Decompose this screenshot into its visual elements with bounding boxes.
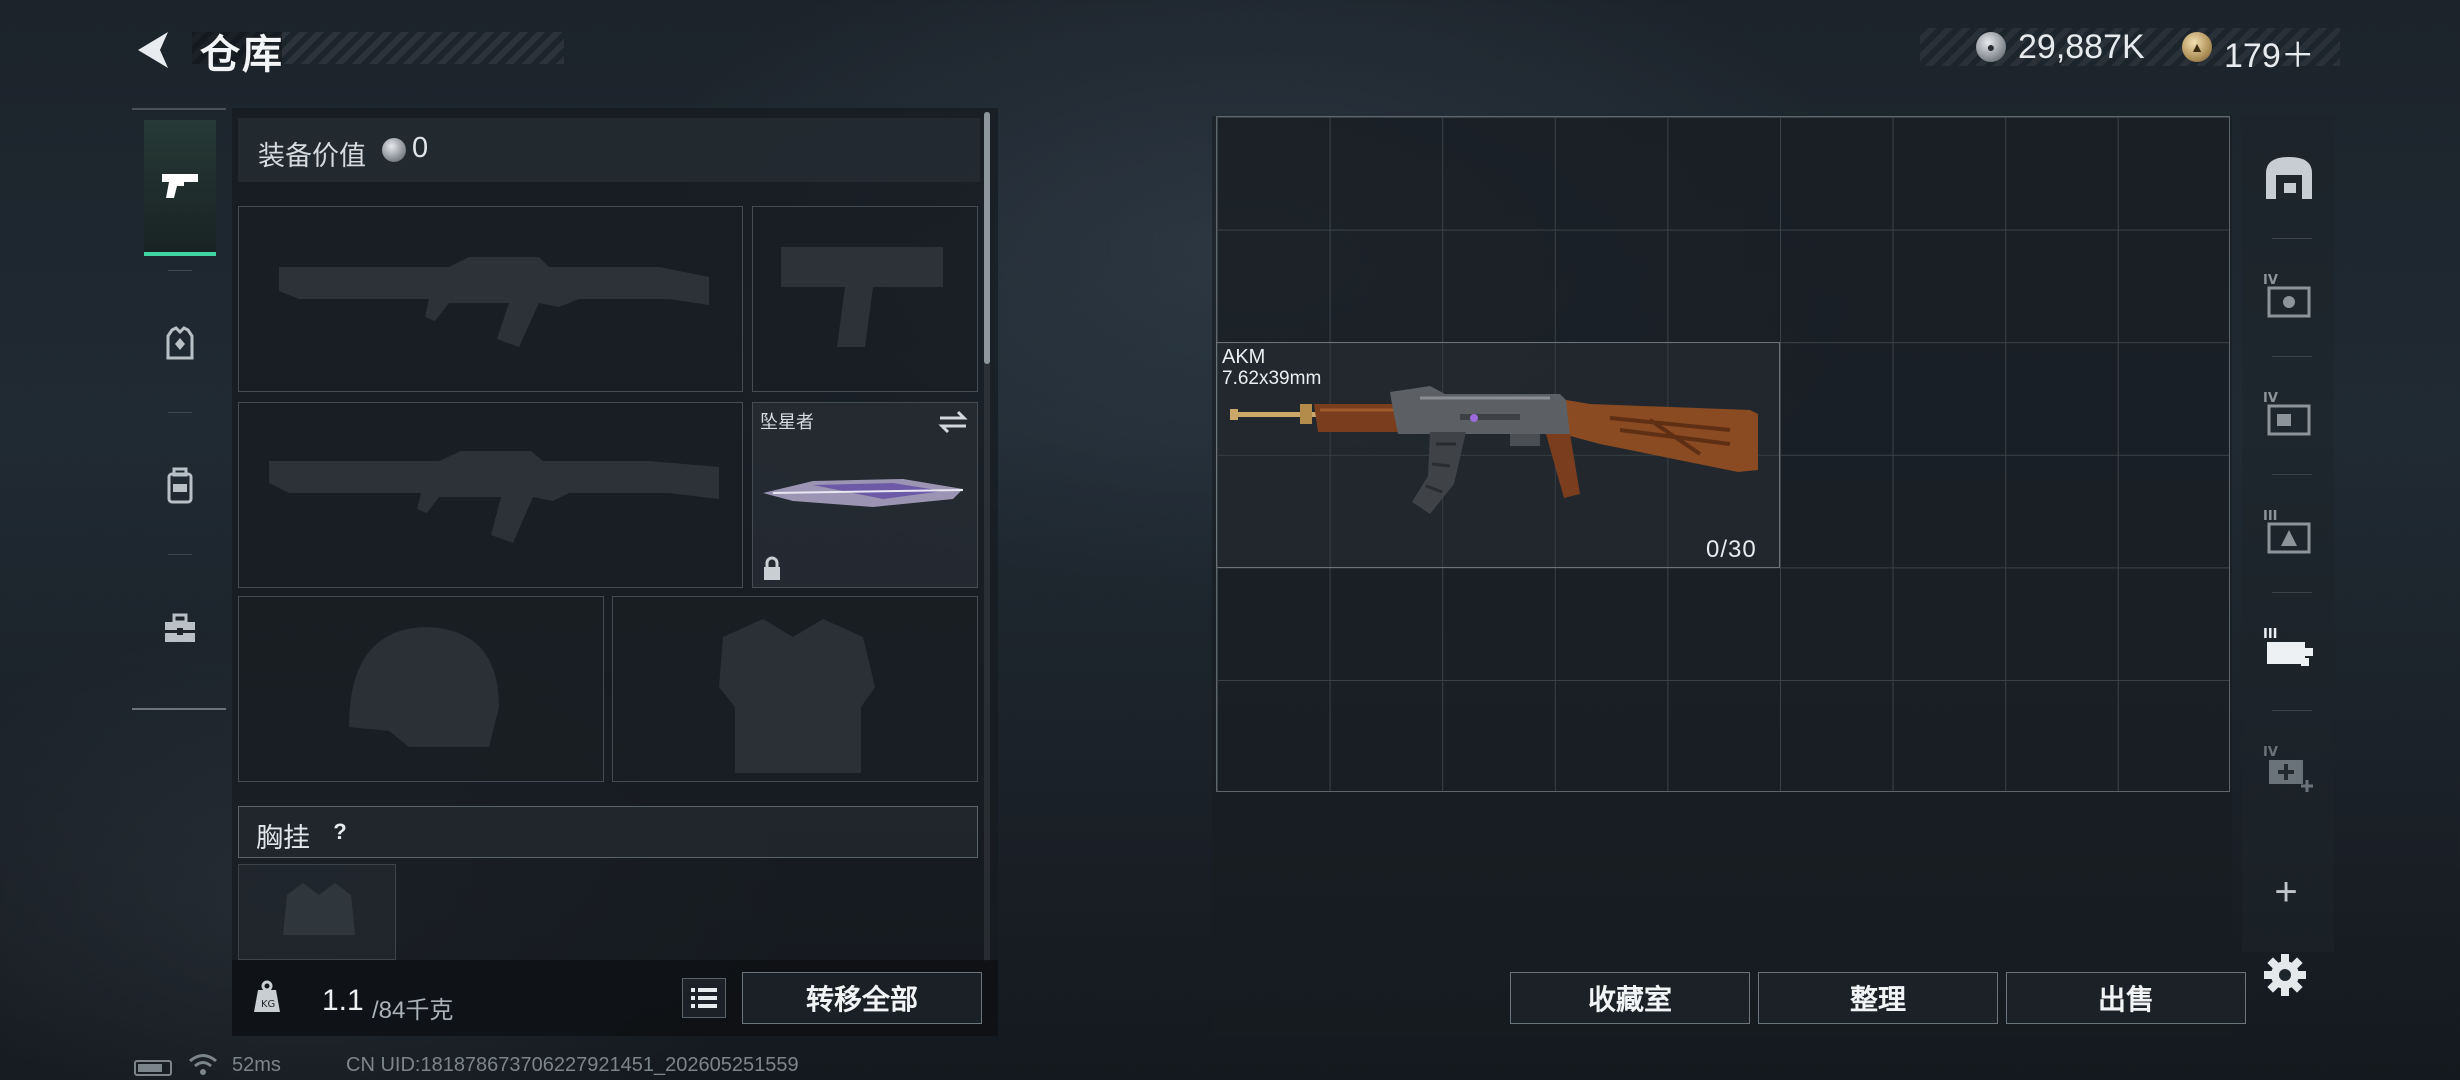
gold-coin-icon: ▲ — [2182, 32, 2212, 62]
add-storage-button[interactable]: + — [2266, 870, 2306, 914]
primary-weapon-slot-2[interactable] — [238, 402, 743, 588]
currency1-value: 29,887K — [2018, 28, 2145, 66]
tab-storage-iv-b[interactable]: IV — [2250, 364, 2328, 464]
armor-vest-icon — [166, 326, 194, 360]
list-icon — [691, 988, 717, 1008]
storage-box-icon: IV — [2263, 391, 2311, 436]
helmet-silhouette-icon — [349, 627, 499, 747]
ping-value: 52ms — [232, 1054, 281, 1076]
item-ammo-count: 0/30 — [1706, 536, 1757, 563]
rifle-silhouette-icon — [269, 451, 719, 543]
equipment-value-label: 装备价值 — [258, 141, 366, 171]
helmet-slot[interactable] — [238, 596, 604, 782]
silver-coin-icon — [382, 138, 406, 162]
user-uid: CN UID:181878673706227921451_20260525155… — [346, 1054, 799, 1076]
akm-rifle-icon — [1230, 386, 1758, 514]
storage-box-icon: IV — [2263, 273, 2311, 318]
toolbox-icon — [165, 613, 195, 642]
loadout-tabs — [132, 108, 226, 710]
gear-icon[interactable] — [2262, 952, 2308, 998]
body-armor-slot[interactable] — [612, 596, 978, 782]
sort-button[interactable]: 整理 — [1758, 972, 1998, 1024]
pistol-slot[interactable] — [752, 206, 978, 392]
weapon-case-icon: III — [2263, 627, 2313, 666]
tab-storage-medical[interactable]: IV — [2250, 718, 2328, 818]
tab-storage-main[interactable] — [2250, 128, 2328, 228]
melee-name: 坠星者 — [760, 412, 814, 432]
warehouse-icon — [2266, 157, 2312, 199]
tab-storage-iv-a[interactable]: IV — [2250, 246, 2328, 346]
svg-text:IV: IV — [2263, 745, 2278, 760]
chest-rig-slot[interactable] — [238, 864, 396, 960]
pistol-silhouette-icon — [781, 247, 943, 347]
currency2-value[interactable]: 179＋ — [2224, 28, 2315, 77]
back-arrow-icon — [138, 32, 168, 68]
svg-text:IV: IV — [2263, 391, 2278, 406]
sell-button[interactable]: 出售 — [2006, 972, 2246, 1024]
wifi-icon — [188, 1052, 218, 1076]
lock-icon — [762, 556, 782, 582]
storage-box-icon: III — [2263, 509, 2311, 554]
primary-weapon-slot-1[interactable] — [238, 206, 743, 392]
tab-backpack[interactable] — [144, 418, 216, 554]
svg-text:KG: KG — [261, 999, 275, 1010]
rifle-silhouette-icon — [279, 257, 709, 347]
pistol-icon — [162, 174, 198, 198]
tab-armor[interactable] — [144, 276, 216, 412]
equipment-value: 0 — [412, 132, 429, 164]
silver-coin-icon: ● — [1976, 32, 2006, 62]
scrollbar-thumb[interactable] — [984, 112, 990, 364]
list-view-button[interactable] — [682, 978, 726, 1018]
svg-text:IV: IV — [2263, 273, 2278, 288]
item-caliber: 7.62x39mm — [1222, 368, 1322, 389]
page-title: 仓库 — [200, 33, 284, 77]
svg-text:III: III — [2263, 509, 2278, 524]
medical-case-icon: IV — [2263, 745, 2313, 792]
weight-icon: KG — [252, 980, 282, 1014]
battery-icon — [134, 1060, 172, 1076]
vest-silhouette-icon — [719, 619, 875, 773]
tab-storage-iii-b[interactable]: III — [2250, 600, 2328, 700]
weight-max: /84千克 — [372, 997, 454, 1024]
item-name: AKM — [1222, 346, 1266, 368]
tab-storage-iii-a[interactable]: III — [2250, 482, 2328, 582]
collection-room-button[interactable]: 收藏室 — [1510, 972, 1750, 1024]
tab-toolbox[interactable] — [144, 560, 216, 696]
swap-icon[interactable] — [938, 410, 968, 434]
svg-text:III: III — [2263, 627, 2278, 642]
backpack-icon — [167, 467, 193, 504]
chest-rig-silhouette-icon — [283, 883, 355, 935]
help-icon[interactable]: ? — [322, 816, 358, 848]
chest-rig-label: 胸挂 — [256, 823, 310, 853]
tab-weapons[interactable] — [144, 120, 216, 256]
back-button[interactable] — [130, 28, 176, 72]
transfer-all-button[interactable]: 转移全部 — [742, 972, 982, 1024]
weight-current: 1.1 — [322, 984, 364, 1017]
